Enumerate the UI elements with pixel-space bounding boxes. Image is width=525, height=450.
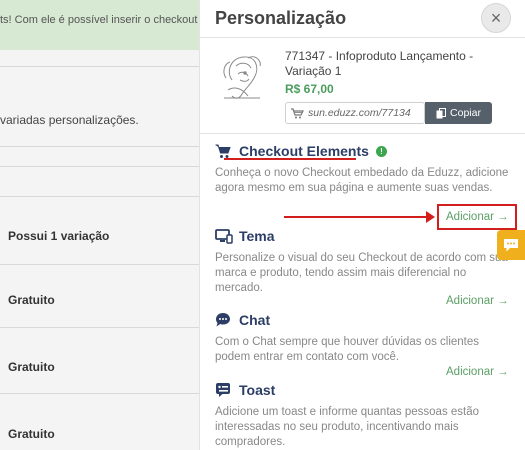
- checkout-link-field[interactable]: [285, 102, 425, 124]
- add-tema-link[interactable]: Adicionar →: [446, 295, 509, 307]
- divider: [200, 133, 525, 134]
- toast-icon: [215, 381, 235, 399]
- info-badge-icon: !: [375, 145, 387, 157]
- add-link-label: Adicionar: [446, 366, 494, 378]
- notice-banner-text: ts! Com ele é possível inserir o checkou…: [0, 14, 221, 26]
- checkout-link-input[interactable]: [308, 107, 418, 119]
- divider: [0, 66, 210, 67]
- divider: [0, 327, 210, 328]
- section-description: Conheça o novo Checkout embedado da Eduz…: [215, 167, 509, 194]
- add-link-label: Adicionar: [446, 295, 494, 307]
- panel-title: Personalização: [215, 8, 347, 28]
- add-chat-link[interactable]: Adicionar →: [446, 366, 509, 378]
- price-label: Gratuito: [8, 427, 55, 441]
- divider: [0, 264, 210, 265]
- section-chat: Chat Com o Chat sempre que houver dúvida…: [215, 311, 515, 365]
- section-checkout-elements: Checkout Elements ! Conheça o novo Check…: [215, 142, 515, 196]
- section-toast: Toast Adicione um toast e informe quanta…: [215, 381, 515, 450]
- section-title: Chat: [239, 312, 271, 328]
- copy-button[interactable]: Copiar: [425, 102, 492, 124]
- close-icon: ×: [490, 7, 502, 28]
- divider: [0, 393, 210, 394]
- section-description: Personalize o visual do seu Checkout de …: [215, 252, 508, 294]
- section-title: Toast: [239, 382, 276, 398]
- divider: [0, 196, 210, 197]
- copy-icon: [436, 107, 447, 118]
- monitor-icon: [215, 227, 235, 245]
- highlight-arrow-head: [426, 211, 435, 223]
- cart-icon: [286, 107, 308, 119]
- background-description: variadas personalizações.: [0, 113, 139, 127]
- notice-banner: ts! Com ele é possível inserir o checkou…: [0, 0, 220, 50]
- customization-panel: Personalização × 771347 - Infoproduto La…: [199, 0, 525, 450]
- highlight-arrow: [284, 216, 430, 218]
- highlight-underline: [224, 158, 356, 160]
- copy-button-label: Copiar: [450, 107, 481, 119]
- product-price: R$ 67,00: [285, 82, 334, 96]
- section-tema: Tema Personalize o visual do seu Checkou…: [215, 227, 515, 296]
- section-description: Com o Chat sempre que houver dúvidas os …: [215, 336, 480, 363]
- arrow-right-icon: →: [497, 295, 509, 307]
- divider: [200, 37, 525, 38]
- section-title: Checkout Elements: [239, 143, 369, 159]
- section-description: Adicione um toast e informe quantas pess…: [215, 406, 480, 448]
- price-label: Gratuito: [8, 293, 55, 307]
- section-title: Tema: [239, 228, 275, 244]
- chat-widget-tab[interactable]: [497, 230, 525, 260]
- arrow-right-icon: →: [497, 366, 509, 378]
- price-label: Gratuito: [8, 360, 55, 374]
- variation-label: Possui 1 variação: [8, 229, 110, 243]
- divider: [0, 146, 210, 147]
- product-name: 771347 - Infoproduto Lançamento - Variaç…: [285, 49, 474, 78]
- chat-bubble-icon: [504, 238, 518, 251]
- chat-icon: [215, 311, 235, 329]
- divider: [0, 166, 210, 167]
- close-button[interactable]: ×: [481, 3, 511, 33]
- product-illustration: [223, 56, 261, 99]
